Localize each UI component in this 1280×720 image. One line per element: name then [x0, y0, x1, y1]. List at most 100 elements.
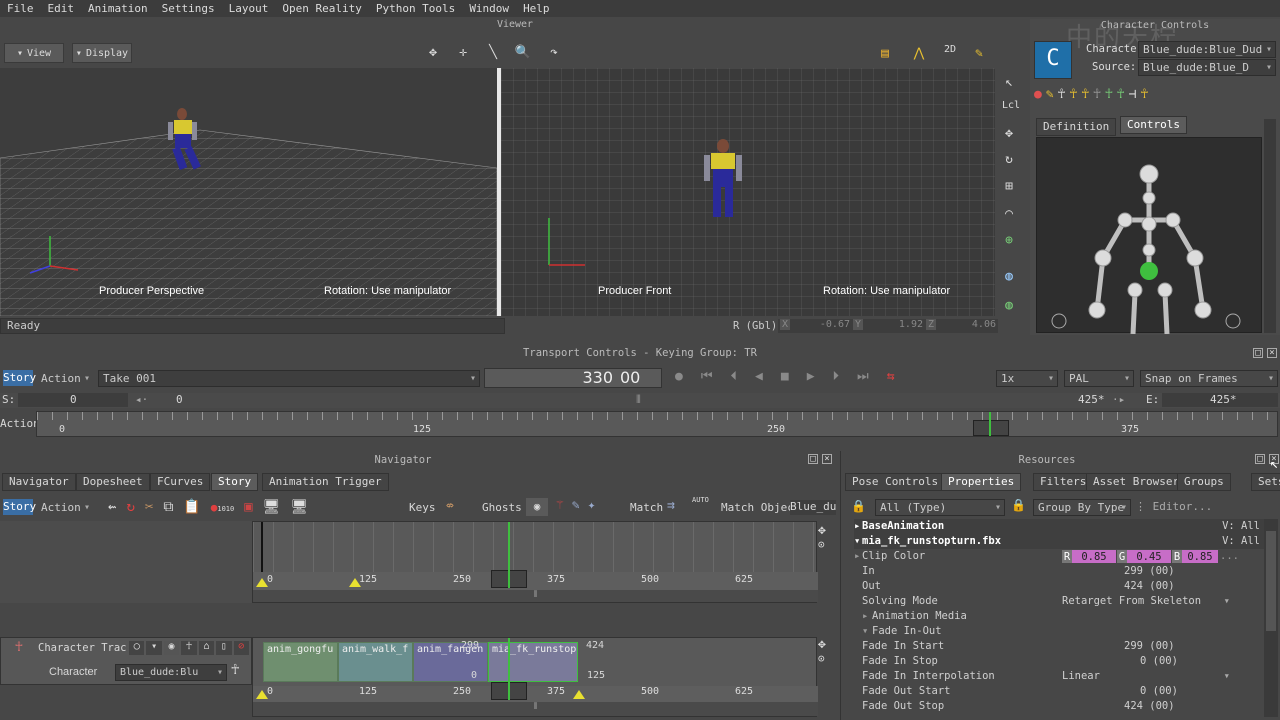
bottom-playhead[interactable]	[508, 638, 510, 700]
action-mode-dropdown[interactable]: Action	[36, 370, 94, 387]
curve-icon[interactable]: ⋀	[908, 42, 930, 64]
solving-mode-value[interactable]: Retarget From Skeleton	[1062, 594, 1201, 609]
track-slot-icon[interactable]: ▯	[216, 641, 232, 655]
tab-definition[interactable]: Definition	[1036, 118, 1117, 136]
clip-color-g[interactable]: 0.45	[1127, 550, 1171, 563]
transport-close-icon[interactable]: ×	[1267, 348, 1277, 358]
timeline-cursor-box[interactable]	[973, 420, 1009, 436]
type-filter-dropdown[interactable]: All (Type)	[875, 499, 1005, 516]
menu-window[interactable]: Window	[462, 2, 516, 15]
track-character-dropdown[interactable]: Blue_dude:Blu	[115, 664, 227, 681]
editor-button[interactable]: ⋮ Editor...	[1135, 500, 1212, 513]
fade-inout-row[interactable]: ▾ Fade In-Out	[854, 624, 1264, 639]
dolly-icon[interactable]: ╲	[482, 41, 504, 63]
lcl-toggle[interactable]: Lcl	[1002, 100, 1020, 111]
translate-icon[interactable]: ✥	[998, 122, 1020, 144]
range-right-arrow-icon[interactable]: ·▸	[1112, 393, 1125, 406]
track-lock-icon[interactable]: ⌂	[198, 641, 215, 655]
clip-color-more[interactable]: ...	[1220, 549, 1239, 564]
tab-story[interactable]: Story	[211, 473, 259, 491]
animation-media-expander-icon[interactable]: ▸	[862, 609, 868, 624]
pose-icon[interactable]: ☥	[1105, 87, 1113, 109]
menu-edit[interactable]: Edit	[41, 2, 82, 15]
refresh-icon[interactable]: ↻	[126, 499, 134, 515]
match-icon[interactable]: ⇉	[667, 498, 675, 513]
paste-icon[interactable]: 📋	[183, 499, 200, 515]
pose-icon-3[interactable]: ☥	[1140, 87, 1148, 109]
roll-icon[interactable]: ↷	[543, 41, 565, 63]
eye-icon[interactable]: ◉	[526, 498, 548, 516]
take-dropdown[interactable]: Take 001	[98, 370, 480, 387]
in-value[interactable]: 299 (00)	[1124, 564, 1175, 579]
story-action-dropdown[interactable]: Action	[36, 499, 94, 516]
solving-mode-dropdown-icon[interactable]: ▾	[1224, 594, 1230, 609]
transport-maximize-icon[interactable]: □	[1253, 348, 1263, 358]
story-filter-button[interactable]: Story	[3, 499, 36, 515]
razor-icon[interactable]: ✂	[145, 499, 153, 515]
tab-sets[interactable]: Sets	[1251, 473, 1280, 491]
bottom-end-marker[interactable]	[573, 690, 585, 699]
file-expander-icon[interactable]: ▾	[854, 534, 860, 549]
view-button[interactable]: ▾ View	[4, 43, 64, 63]
start-field[interactable]: 0	[18, 393, 128, 407]
fade-out-start-value[interactable]: 0 (00)	[1140, 684, 1178, 699]
bottom-move-icon[interactable]: ✥	[818, 637, 826, 652]
ghosts-label[interactable]: Ghosts	[482, 501, 522, 514]
menu-layout[interactable]: Layout	[222, 2, 276, 15]
scale-icon[interactable]: ⊞	[998, 175, 1020, 197]
prev-key-icon[interactable]: ⏴	[731, 369, 738, 384]
range-grip-icon[interactable]: ⦀	[636, 393, 641, 407]
play-icon[interactable]: ▶	[807, 369, 815, 384]
track-character-icon[interactable]: ☥	[231, 662, 239, 678]
play-back-icon[interactable]: ◀	[755, 369, 763, 384]
next-key-icon[interactable]: ⏵	[833, 369, 840, 384]
clip-render-icon[interactable]: ▣	[244, 499, 252, 515]
menu-python-tools[interactable]: Python Tools	[369, 2, 462, 15]
fade-in-start-value[interactable]: 299 (00)	[1124, 639, 1175, 654]
tab-pose-controls[interactable]: Pose Controls	[845, 473, 946, 491]
pen-icon[interactable]: ✎	[968, 42, 990, 64]
loop-arrow-icon[interactable]: ⇜	[108, 499, 116, 515]
top-end-marker[interactable]	[349, 578, 361, 587]
character-track-header[interactable]: ☥ Character Trac ◯ ▾ ◉ ☥ ⌂ ▯ ⊘ Character…	[0, 637, 252, 685]
copy-icon[interactable]: ⧉	[163, 499, 173, 515]
rotate-icon[interactable]: ↻	[998, 148, 1020, 170]
navigator-maximize-icon[interactable]: □	[808, 454, 818, 464]
source-dropdown[interactable]: Blue_dude:Blue_D	[1138, 59, 1276, 76]
menu-animation[interactable]: Animation	[81, 2, 155, 15]
properties-scroll-thumb[interactable]	[1266, 531, 1276, 631]
top-move-icon[interactable]: ✥	[818, 523, 826, 538]
clip-color-b[interactable]: 0.85	[1182, 550, 1218, 563]
pose-icon-2[interactable]: ☥	[1117, 87, 1125, 109]
lock-icon[interactable]: 🔒	[851, 499, 866, 513]
select-arrow-icon[interactable]: ↖	[998, 71, 1020, 93]
viewport-perspective[interactable]: Producer Perspective Rotation: Use manip…	[0, 68, 497, 316]
zoom-icon[interactable]: 🔍	[512, 41, 534, 63]
track-name[interactable]: Character Trac	[38, 642, 127, 654]
tab-navigator[interactable]: Navigator	[2, 473, 76, 491]
figure-key-icon[interactable]: ☥	[1069, 87, 1077, 109]
fade-interp-dropdown-icon[interactable]: ▾	[1224, 669, 1230, 684]
coord-y[interactable]: 1.92	[865, 319, 923, 330]
top-scrollbar[interactable]: ⦀	[253, 590, 818, 602]
action-timeline[interactable]: 0 125 250 375	[36, 411, 1279, 437]
coord-x[interactable]: -0.67	[792, 319, 850, 330]
menu-file[interactable]: File	[0, 2, 41, 15]
orbit-icon[interactable]: ✥	[422, 41, 444, 63]
clip-color-r[interactable]: 0.85	[1072, 550, 1116, 563]
figure-full-icon[interactable]: ☥	[1081, 87, 1089, 109]
monitor-icon[interactable]: 🖥	[263, 499, 281, 515]
fade-out-stop-value[interactable]: 424 (00)	[1124, 699, 1175, 714]
pan-icon[interactable]: ✛	[452, 41, 474, 63]
tab-fcurves[interactable]: FCurves	[150, 473, 211, 491]
keys-icon[interactable]: ⇎	[446, 498, 454, 513]
base-expander-icon[interactable]: ▸	[854, 519, 860, 534]
loop-icon[interactable]: ⇆	[887, 369, 895, 384]
ghost-figure-icon[interactable]: ⚚	[556, 498, 564, 513]
figure-ghost-icon[interactable]: ☥	[1093, 87, 1101, 109]
globe-icon[interactable]: ◍	[998, 265, 1020, 287]
keys-label[interactable]: Keys	[409, 501, 436, 514]
fade-inout-expander-icon[interactable]: ▾	[862, 624, 868, 639]
character-scrollbar[interactable]	[1264, 119, 1276, 333]
character-dropdown[interactable]: Blue_dude:Blue_Dud	[1138, 41, 1276, 58]
